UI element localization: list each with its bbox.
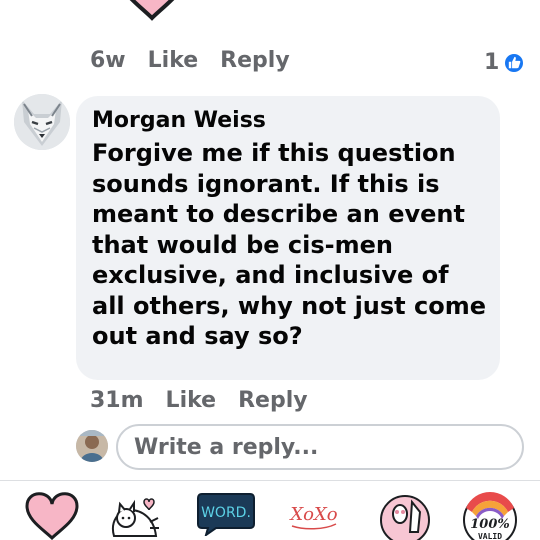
paw-sticker[interactable] (374, 492, 436, 540)
heart-sticker-partial (129, 0, 175, 21)
like-thumb-icon (503, 51, 526, 74)
valid-sticker-percent: 100% (470, 517, 510, 532)
reply-input[interactable]: Write a reply... (116, 424, 524, 470)
heart-sticker[interactable] (24, 492, 80, 540)
reply-input-placeholder: Write a reply... (134, 434, 319, 460)
comment-timestamp: 6w (90, 48, 126, 73)
comment-body: Forgive me if this question sounds ignor… (92, 139, 487, 350)
comment-bubble: Morgan Weiss Forgive me if this question… (76, 96, 500, 380)
word-sticker-text: WORD. (201, 505, 251, 521)
like-button[interactable]: Like (148, 48, 199, 73)
xoxo-sticker[interactable]: XoXo (284, 492, 344, 536)
valid-sticker-label: VALID (478, 532, 502, 540)
xoxo-sticker-text: XoXo (288, 504, 337, 525)
user-photo-icon (76, 430, 108, 462)
previous-comment-actions: 6w Like Reply (90, 48, 290, 73)
valid-sticker[interactable]: 100% VALID (458, 492, 522, 540)
comment-actions: 31m Like Reply (90, 388, 308, 413)
author-avatar[interactable] (14, 94, 70, 150)
reply-button[interactable]: Reply (220, 48, 290, 73)
comment-timestamp: 31m (90, 388, 144, 413)
reply-button[interactable]: Reply (238, 388, 308, 413)
wolf-avatar-icon (14, 94, 70, 150)
divider (0, 480, 540, 481)
current-user-avatar (76, 430, 108, 462)
like-button[interactable]: Like (166, 388, 217, 413)
reaction-summary[interactable]: 1 (484, 50, 526, 75)
comment-author-name[interactable]: Morgan Weiss (92, 108, 484, 134)
cat-sticker[interactable] (104, 492, 166, 540)
word-sticker[interactable]: WORD. (196, 492, 256, 536)
reaction-count: 1 (484, 50, 500, 75)
